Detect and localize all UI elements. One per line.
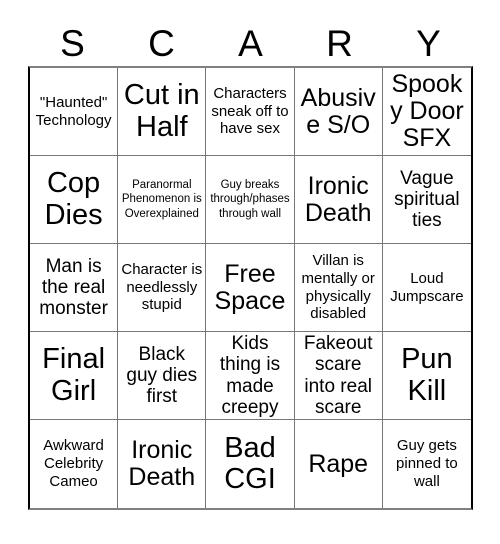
bingo-cell[interactable]: Cop Dies [30,156,119,244]
bingo-cell-label: Bad CGI [224,431,276,495]
bingo-card: S C A R Y "Haunted" Technology Cut in Ha… [0,0,500,544]
bingo-cell-label: "Haunted" Technology [35,93,112,129]
bingo-cell[interactable]: Cut in Half [118,68,207,156]
bingo-cell-label: Ironic Death [128,436,196,491]
bingo-cell[interactable]: Bad CGI [206,420,295,508]
header-letter-1: S [60,23,85,64]
bingo-cell-free-space[interactable]: Free Space [206,244,295,332]
bingo-cell[interactable]: Characters sneak off to have sex [206,68,295,156]
bingo-cell-label: Man is the real monster [39,255,108,320]
bingo-cell-label: Cut in Half [123,79,200,143]
bingo-cell-label: Guy gets pinned to wall [396,437,458,490]
bingo-cell-label: Fakeout scare into real scare [303,332,373,418]
bingo-cell-label: Black guy dies first [126,343,198,408]
bingo-cell[interactable]: Fakeout scare into real scare [294,332,383,420]
bingo-cell[interactable]: Character is needlessly stupid [118,244,207,332]
bingo-cell-label: Awkward Celebrity Cameo [43,437,104,490]
bingo-cell[interactable]: Rape [294,420,383,508]
header-letter-5: Y [416,23,441,64]
bingo-cell-label: Final Girl [42,343,106,407]
bingo-cell[interactable]: Guy breaks through/phases through wall [206,156,295,244]
bingo-cell-label: Kids thing is made creepy [219,332,281,418]
bingo-cell[interactable]: Kids thing is made creepy [206,332,295,420]
bingo-cell-label: Character is needlessly stupid [121,260,203,314]
bingo-cell[interactable]: Abusive S/O [294,68,383,156]
bingo-cell[interactable]: Spooky Door SFX [382,68,471,156]
bingo-cell[interactable]: Paranormal Phenomenon is Overexplained [118,156,207,244]
bingo-cell-label: Paranormal Phenomenon is Overexplained [121,179,202,220]
bingo-cell-label: Rape [308,449,369,478]
bingo-cell-label: Free Space [214,259,286,315]
header-letter-2: C [148,23,175,64]
bingo-cell[interactable]: Loud Jumpscare [382,244,471,332]
bingo-cell[interactable]: Vague spiritual ties [382,156,471,244]
bingo-cell[interactable]: Final Girl [30,332,119,420]
bingo-cell[interactable]: Ironic Death [118,420,207,508]
bingo-cell-label: Pun Kill [401,343,453,407]
bingo-cell[interactable]: Pun Kill [382,332,471,420]
bingo-cell[interactable]: Guy gets pinned to wall [382,420,471,508]
bingo-cell[interactable]: Black guy dies first [118,332,207,420]
bingo-cell[interactable]: Man is the real monster [30,244,119,332]
bingo-cell-label: Vague spiritual ties [394,167,460,232]
bingo-cell-label: Characters sneak off to have sex [211,84,289,138]
header-letter-4: R [326,23,353,64]
bingo-cell-label: Abusive S/O [300,83,376,139]
bingo-cell[interactable]: Ironic Death [294,156,383,244]
bingo-cell-label: Guy breaks through/phases through wall [210,179,290,220]
bingo-cell-label: Ironic Death [304,171,372,227]
bingo-cell[interactable]: Awkward Celebrity Cameo [30,420,119,508]
bingo-cell-label: Cop Dies [44,167,103,231]
bingo-cell-label: Villan is mentally or physically disable… [301,252,375,323]
bingo-grid: "Haunted" Technology Cut in Half Charact… [28,66,473,510]
header-letter-3: A [238,23,263,64]
bingo-cell[interactable]: "Haunted" Technology [30,68,119,156]
bingo-cell[interactable]: Villan is mentally or physically disable… [294,244,383,332]
bingo-cell-label: Loud Jumpscare [390,269,464,305]
bingo-header-row: S C A R Y [28,22,473,66]
bingo-cell-label: Spooky Door SFX [390,70,464,152]
